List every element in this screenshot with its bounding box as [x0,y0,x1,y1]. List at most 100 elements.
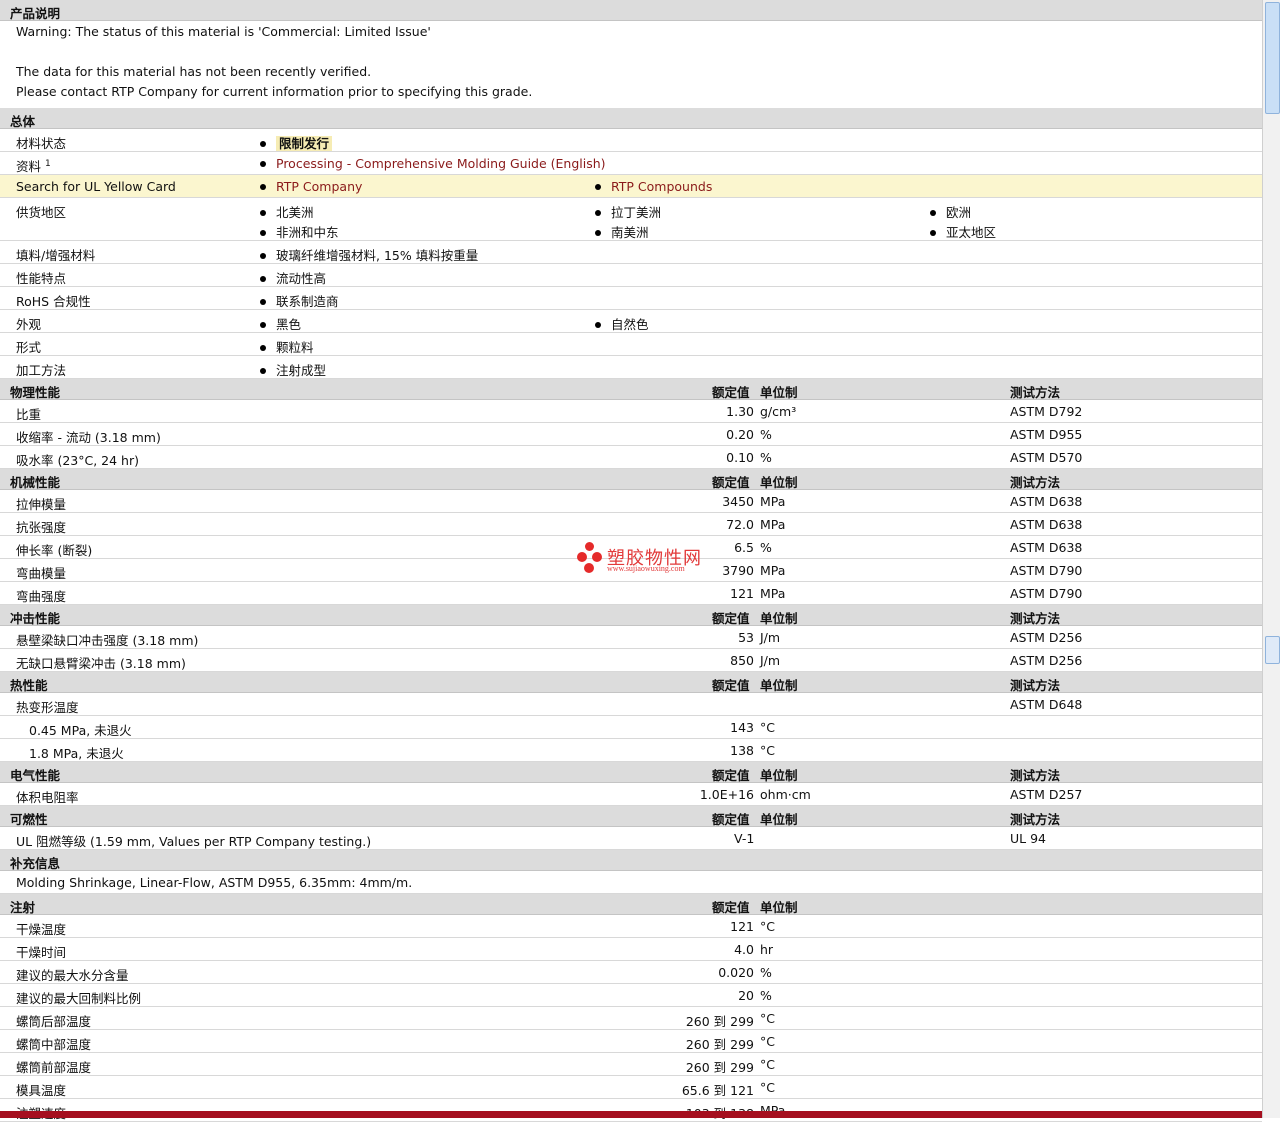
property-value: 1.30 [726,404,754,419]
row-appearance: 外观 黑色 自然色 [0,310,1262,333]
property-unit: MPa [760,586,786,601]
property-unit: MPa [760,517,786,532]
property-unit: % [760,988,772,1003]
row-label: 材料状态 [16,136,67,151]
col-unit: 单位制 [760,678,798,693]
property-name: 吸水率 (23°C, 24 hr) [16,453,139,468]
property-value: 0.20 [726,427,754,442]
row-value: 玻璃纤维增强材料, 15% 填料按重量 [276,248,479,263]
section-title: 总体 [10,114,36,129]
description-block: Warning: The status of this material is … [0,21,1262,108]
region-name: 拉丁美洲 [611,205,662,220]
property-row: 0.45 MPa, 未退火 143 °C [0,716,1262,739]
footnote-marker: 1 [45,158,51,169]
property-row: 拉伸模量 3450 MPa ASTM D638 [0,490,1262,513]
property-value: 3790 [722,563,754,578]
property-name: 0.45 MPa, 未退火 [29,723,132,738]
region-name: 北美洲 [276,205,314,220]
property-unit: hr [760,942,774,957]
property-name: 建议的最大水分含量 [16,968,129,983]
rtp-company-link[interactable]: RTP Company [276,179,362,194]
property-name: 建议的最大回制料比例 [16,991,142,1006]
col-method: 测试方法 [1010,768,1061,783]
row-features: 性能特点 流动性高 [0,264,1262,287]
col-unit: 单位制 [760,768,798,783]
property-name: UL 阻燃等级 (1.59 mm, Values per RTP Company… [16,834,372,849]
status-badge: 限制发行 [276,136,333,151]
section-header-thermal: 热性能 额定值 单位制 测试方法 [0,672,1262,693]
watermark-logo: 塑胶物性网 www.sujiaowuxing.com [577,542,707,576]
section-header-impact: 冲击性能 额定值 单位制 测试方法 [0,605,1262,626]
row-ul-yellow-card: Search for UL Yellow Card RTP Company RT… [0,175,1262,198]
col-nominal: 额定值 [712,385,750,400]
electrical-rows: 体积电阻率 1.0E+16 ohm·cm ASTM D257 [0,783,1262,806]
property-value: 143 [730,720,754,735]
section-header-general: 总体 [0,108,1262,129]
col-unit: 单位制 [760,475,798,490]
property-unit: % [760,427,772,442]
bullet-icon [595,209,601,216]
bullet-item: 联系制造商 [260,291,339,310]
bullet-icon [260,252,266,259]
test-method: ASTM D792 [1010,404,1083,419]
scrollbar-top-segment[interactable] [1265,2,1280,114]
col-method: 测试方法 [1010,678,1061,693]
section-title: 补充信息 [10,856,61,871]
property-row: 建议的最大回制料比例 20% [0,984,1262,1007]
row-filler: 填料/增强材料 玻璃纤维增强材料, 15% 填料按重量 [0,241,1262,264]
rtp-compounds-link[interactable]: RTP Compounds [611,179,712,194]
docs-label: 资料 [16,159,42,174]
property-value: 260 到 299 [685,1060,754,1075]
property-row: 无缺口悬臂梁冲击 (3.18 mm) 850 J/m ASTM D256 [0,649,1262,672]
row-method: ASTM D648 [1010,697,1083,712]
region-item: 欧洲 [930,202,971,221]
region-item: 拉丁美洲 [595,202,661,221]
property-value: 65.6 到 121 [681,1083,754,1098]
bullet-icon [260,367,266,374]
property-value: 850 [730,653,754,668]
property-name: 收缩率 - 流动 (3.18 mm) [16,430,161,445]
section-title: 电气性能 [10,768,61,783]
section-title: 产品说明 [10,6,61,21]
row-value: 联系制造商 [276,294,339,309]
bullet-icon [595,321,601,328]
property-name: 干燥时间 [16,945,67,960]
test-method: UL 94 [1010,831,1046,846]
region-name: 南美洲 [611,225,649,240]
vertical-scrollbar[interactable] [1262,0,1280,1118]
section-header-electrical: 电气性能 额定值 单位制 测试方法 [0,762,1262,783]
verify-line: The data for this material has not been … [16,64,372,79]
col-nominal: 额定值 [712,678,750,693]
molding-guide-link[interactable]: Processing - Comprehensive Molding Guide… [276,156,606,171]
thermal-sub-rows: 0.45 MPa, 未退火 143 °C 1.8 MPa, 未退火 138 °C [0,716,1262,762]
supplement-text: Molding Shrinkage, Linear-Flow, ASTM D95… [16,875,413,890]
property-row: 干燥时间 4.0 hr [0,938,1262,961]
row-value: 注射成型 [276,363,327,378]
row-label: Search for UL Yellow Card [16,179,176,194]
col-unit: 单位制 [760,385,798,400]
test-method: ASTM D257 [1010,787,1083,802]
scrollbar-thumb[interactable] [1265,636,1280,664]
property-row: 建议的最大水分含量 0.020% [0,961,1262,984]
property-unit: °C [760,1034,775,1049]
property-name: 体积电阻率 [16,790,79,805]
bullet-item: 流动性高 [260,268,326,287]
property-row: 1.8 MPa, 未退火 138 °C [0,739,1262,762]
bullet-item: 黑色 [260,314,301,333]
property-value: 4.0 [734,942,754,957]
property-row: 抗张强度 72.0 MPa ASTM D638 [0,513,1262,536]
property-unit: % [760,450,772,465]
test-method: ASTM D256 [1010,630,1083,645]
region-name: 欧洲 [946,205,972,220]
property-name: 抗张强度 [16,520,67,535]
col-nominal: 额定值 [712,475,750,490]
property-value: 121 [730,586,754,601]
bullet-icon [260,344,266,351]
section-title: 机械性能 [10,475,61,490]
impact-rows: 悬壁梁缺口冲击强度 (3.18 mm) 53 J/m ASTM D256 无缺口悬臂梁冲… [0,626,1262,672]
test-method: ASTM D638 [1010,540,1083,555]
property-value: 0.10 [726,450,754,465]
bullet-item: 注射成型 [260,360,326,379]
section-title: 热性能 [10,678,48,693]
bullet-item: 玻璃纤维增强材料, 15% 填料按重量 [260,245,478,264]
